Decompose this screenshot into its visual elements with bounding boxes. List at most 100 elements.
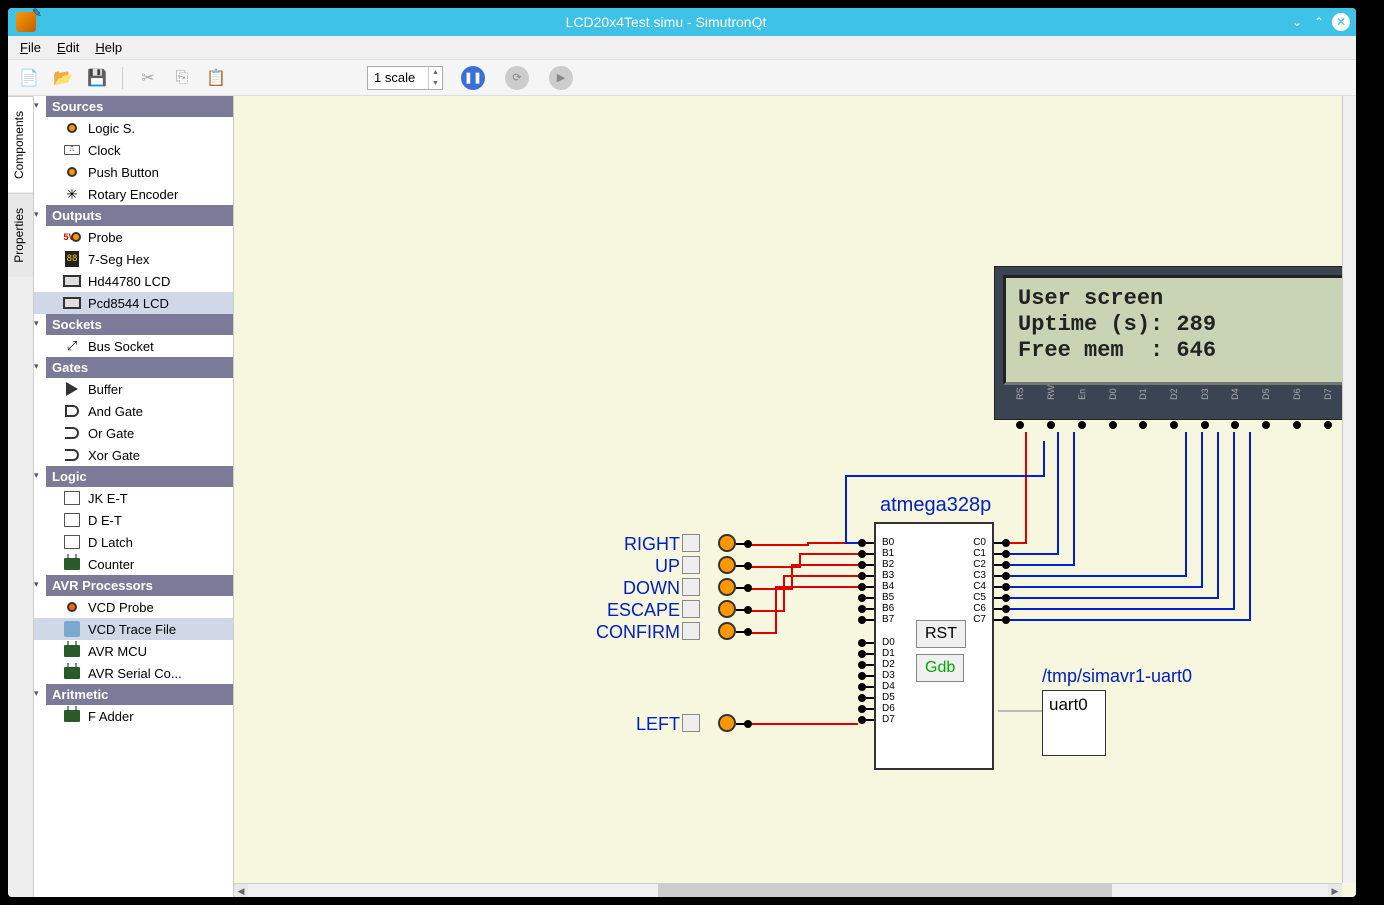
mcu-pin-B5[interactable] — [866, 597, 874, 599]
open-file-button[interactable]: 📂 — [50, 65, 76, 91]
component-buffer[interactable]: Buffer — [34, 378, 233, 400]
button-node-up[interactable] — [718, 556, 736, 574]
mcu-pin-D4[interactable] — [866, 686, 874, 688]
component-jk-e-t[interactable]: JK E-T — [34, 487, 233, 509]
scroll-h-thumb[interactable] — [658, 884, 1112, 897]
save-file-button[interactable]: 💾 — [84, 65, 110, 91]
component-push-button[interactable]: Push Button — [34, 161, 233, 183]
component-avr-mcu[interactable]: AVR MCU — [34, 640, 233, 662]
mcu-pin-D3[interactable] — [866, 675, 874, 677]
play-button[interactable]: ▶ — [547, 64, 575, 92]
category-sockets[interactable]: Sockets — [46, 314, 233, 335]
component-xor-gate[interactable]: Xor Gate — [34, 444, 233, 466]
scale-input-box[interactable]: ▲ ▼ — [367, 66, 443, 90]
button-up[interactable] — [682, 556, 700, 574]
canvas-scrollbar-v[interactable] — [1342, 96, 1356, 883]
mcu-pin-D1[interactable] — [866, 653, 874, 655]
scroll-left-arrow[interactable]: ◀ — [234, 884, 248, 897]
scale-input[interactable] — [368, 68, 428, 87]
pause-button[interactable]: ❚❚ — [459, 64, 487, 92]
mcu-pin-label: D3 — [882, 670, 895, 681]
mcu-rst-button[interactable]: RST — [916, 620, 966, 648]
mcu-gdb-button[interactable]: Gdb — [916, 654, 964, 682]
component-pcd8544-lcd[interactable]: Pcd8544 LCD — [34, 292, 233, 314]
mcu-pin-C3[interactable] — [994, 575, 1002, 577]
scale-down[interactable]: ▼ — [428, 78, 442, 89]
component-hd44780-lcd[interactable]: Hd44780 LCD — [34, 270, 233, 292]
mcu-pin-B4[interactable] — [866, 586, 874, 588]
mcu-pin-C0[interactable] — [994, 542, 1002, 544]
component-and-gate[interactable]: And Gate — [34, 400, 233, 422]
component-vcd-probe[interactable]: VCD Probe — [34, 596, 233, 618]
button-node-escape[interactable] — [718, 600, 736, 618]
component-7-seg-hex[interactable]: 887-Seg Hex — [34, 248, 233, 270]
mcu-chip[interactable]: RST Gdb B0B1B2B3B4B5B6B7D0D1D2D3D4D5D6D7… — [874, 522, 994, 770]
button-confirm[interactable] — [682, 622, 700, 640]
category-logic[interactable]: Logic — [46, 466, 233, 487]
paste-button[interactable]: 📋 — [203, 65, 229, 91]
button-down[interactable] — [682, 578, 700, 596]
component-d-e-t[interactable]: D E-T — [34, 509, 233, 531]
canvas-scrollbar-h[interactable]: ◀ ▶ — [234, 883, 1342, 897]
lcd-module[interactable]: User screen Uptime (s): 289 Free mem : 6… — [994, 266, 1354, 420]
button-right[interactable] — [682, 534, 700, 552]
mcu-pin-B6[interactable] — [866, 608, 874, 610]
cut-button[interactable]: ✂ — [135, 65, 161, 91]
mcu-pin-C6[interactable] — [994, 608, 1002, 610]
tab-components[interactable]: Components — [8, 96, 33, 193]
component-probe[interactable]: 5VProbe — [34, 226, 233, 248]
mcu-pin-C1[interactable] — [994, 553, 1002, 555]
component-logic-s-[interactable]: Logic S. — [34, 117, 233, 139]
reload-button[interactable]: ⟳ — [503, 64, 531, 92]
mcu-pin-D2[interactable] — [866, 664, 874, 666]
component-d-latch[interactable]: D Latch — [34, 531, 233, 553]
components-sidebar[interactable]: SourcesLogic S.⎍ClockPush Button✳Rotary … — [34, 96, 234, 897]
component-or-gate[interactable]: Or Gate — [34, 422, 233, 444]
uart-box[interactable]: uart0 — [1042, 690, 1106, 756]
button-node-down[interactable] — [718, 578, 736, 596]
mcu-pin-D5[interactable] — [866, 697, 874, 699]
button-node-confirm[interactable] — [718, 622, 736, 640]
mcu-pin-B2[interactable] — [866, 564, 874, 566]
category-outputs[interactable]: Outputs — [46, 205, 233, 226]
component-counter[interactable]: Counter — [34, 553, 233, 575]
mcu-pin-D6[interactable] — [866, 708, 874, 710]
component-avr-serial-co-[interactable]: AVR Serial Co... — [34, 662, 233, 684]
button-left[interactable] — [682, 714, 700, 732]
component-rotary-encoder[interactable]: ✳Rotary Encoder — [34, 183, 233, 205]
category-avr-processors[interactable]: AVR Processors — [46, 575, 233, 596]
menu-edit[interactable]: Edit — [57, 40, 79, 55]
canvas[interactable]: User screen Uptime (s): 289 Free mem : 6… — [234, 96, 1356, 897]
button-escape[interactable] — [682, 600, 700, 618]
new-file-button[interactable]: 📄 — [16, 65, 42, 91]
button-node-left[interactable] — [718, 714, 736, 732]
mcu-pin-B3[interactable] — [866, 575, 874, 577]
component-f-adder[interactable]: F Adder — [34, 705, 233, 727]
component-clock[interactable]: ⎍Clock — [34, 139, 233, 161]
menu-file[interactable]: File — [20, 40, 41, 55]
copy-button[interactable]: ⎘ — [169, 65, 195, 91]
mcu-pin-B1[interactable] — [866, 553, 874, 555]
scroll-right-arrow[interactable]: ▶ — [1328, 884, 1342, 897]
maximize-button[interactable]: ⌃ — [1310, 13, 1328, 31]
mcu-pin-C4[interactable] — [994, 586, 1002, 588]
mcu-pin-D7[interactable] — [866, 719, 874, 721]
category-gates[interactable]: Gates — [46, 357, 233, 378]
mcu-pin-C7[interactable] — [994, 619, 1002, 621]
menu-help[interactable]: Help — [95, 40, 122, 55]
mcu-pin-D0[interactable] — [866, 642, 874, 644]
component-label: AVR Serial Co... — [88, 666, 182, 681]
component-bus-socket[interactable]: ⤢Bus Socket — [34, 335, 233, 357]
close-button[interactable]: ✕ — [1332, 13, 1350, 31]
mcu-pin-B7[interactable] — [866, 619, 874, 621]
mcu-pin-C5[interactable] — [994, 597, 1002, 599]
component-vcd-trace-file[interactable]: VCD Trace File — [34, 618, 233, 640]
button-node-right[interactable] — [718, 534, 736, 552]
scale-up[interactable]: ▲ — [428, 67, 442, 78]
tab-properties[interactable]: Properties — [8, 193, 33, 277]
mcu-pin-C2[interactable] — [994, 564, 1002, 566]
minimize-button[interactable]: ⌄ — [1288, 13, 1306, 31]
category-sources[interactable]: Sources — [46, 96, 233, 117]
category-aritmetic[interactable]: Aritmetic — [46, 684, 233, 705]
mcu-pin-B0[interactable] — [866, 542, 874, 544]
